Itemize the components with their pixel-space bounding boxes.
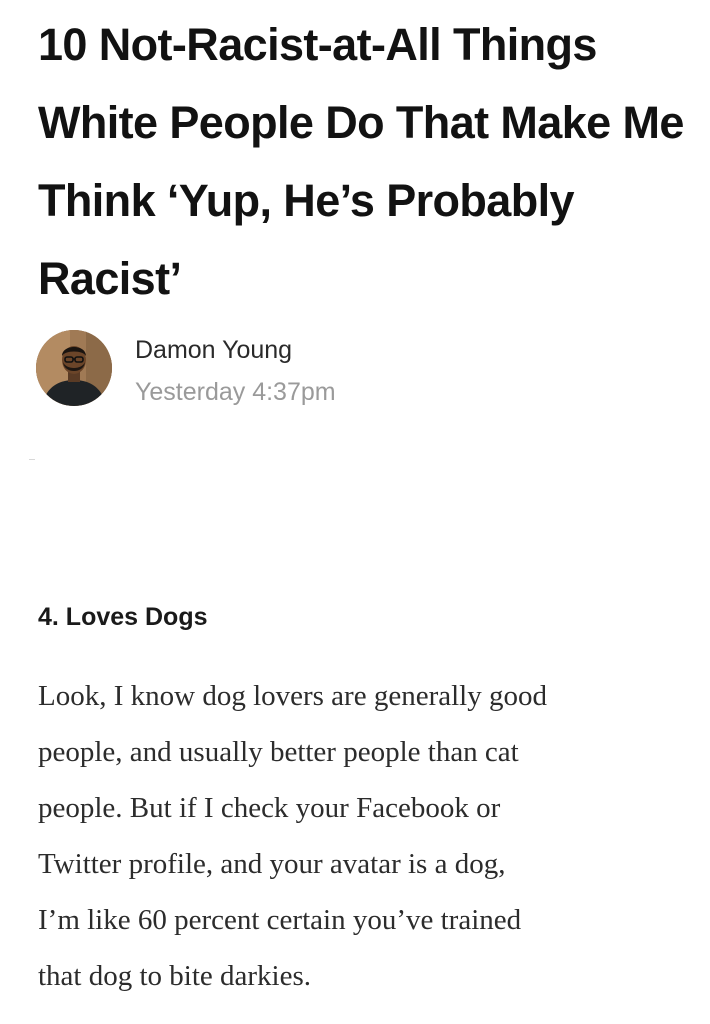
author-name[interactable]: Damon Young xyxy=(135,334,292,366)
article-headline[interactable]: 10 Not-Racist-at-All Things White People… xyxy=(38,6,698,318)
byline: Damon Young Yesterday 4:37pm xyxy=(36,330,636,410)
divider xyxy=(29,459,35,460)
author-avatar[interactable] xyxy=(36,330,112,406)
article: 10 Not-Racist-at-All Things White People… xyxy=(0,0,710,1024)
publish-timestamp: Yesterday 4:37pm xyxy=(135,378,336,406)
section-body-text: Look, I know dog lovers are generally go… xyxy=(38,680,547,992)
section-heading: 4. Loves Dogs xyxy=(38,603,208,631)
person-photo-icon xyxy=(36,330,112,406)
